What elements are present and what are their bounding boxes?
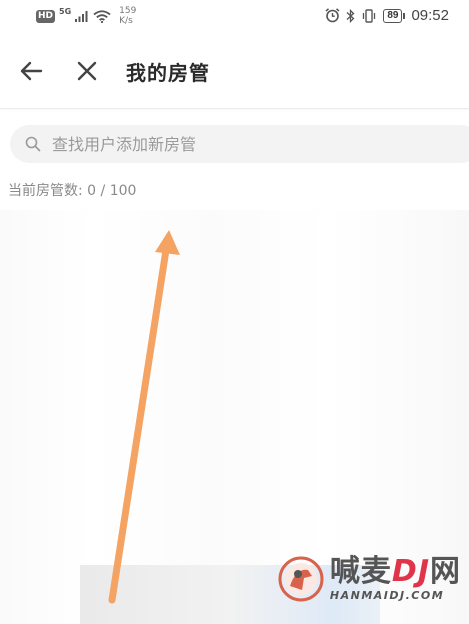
watermark-cn-accent: DJ (391, 554, 430, 589)
status-right-group: 89 09:52 (325, 7, 449, 24)
watermark-en: HANMAIDJ.COM (329, 589, 445, 602)
watermark-logo (278, 556, 324, 601)
search-bar[interactable] (10, 125, 469, 163)
speed-value: 159 (119, 6, 137, 16)
watermark-cn-part2: 网 (430, 554, 461, 589)
battery-tip (403, 12, 406, 19)
watermark-cn: 喊麦DJ网 (330, 555, 461, 589)
wifi-icon (93, 9, 111, 23)
network-speed: 159 K/s (119, 6, 136, 26)
close-icon (77, 61, 97, 81)
status-bar: HD 5G 159 K/s 89 09:52 (0, 0, 469, 32)
hd-badge: HD (36, 9, 56, 23)
watermark-cn-part1: 喊麦 (329, 554, 392, 589)
moderator-count: 当前房管数: 0 / 100 (8, 183, 137, 199)
speed-unit: K/s (119, 16, 133, 26)
search-icon (24, 135, 42, 153)
close-button[interactable] (70, 56, 104, 86)
watermark-text: 喊麦DJ网 HANMAIDJ.COM (329, 555, 461, 603)
back-button[interactable] (14, 56, 48, 86)
status-left-group: HD 5G 159 K/s (36, 6, 136, 26)
site-watermark: 喊麦DJ网 HANMAIDJ.COM (278, 555, 461, 602)
battery-indicator: 89 (383, 8, 406, 23)
nav-bar: 我的房管 (0, 32, 469, 109)
bluetooth-icon (346, 8, 355, 23)
back-arrow-icon (20, 61, 43, 81)
battery-level: 89 (383, 8, 403, 23)
status-time: 09:52 (411, 7, 449, 24)
network-type: 5G (59, 6, 72, 16)
alarm-icon (325, 8, 340, 23)
vibrate-icon (363, 8, 376, 23)
search-input[interactable] (50, 133, 434, 155)
signal-icon (75, 11, 88, 22)
page-title: 我的房管 (126, 61, 210, 85)
